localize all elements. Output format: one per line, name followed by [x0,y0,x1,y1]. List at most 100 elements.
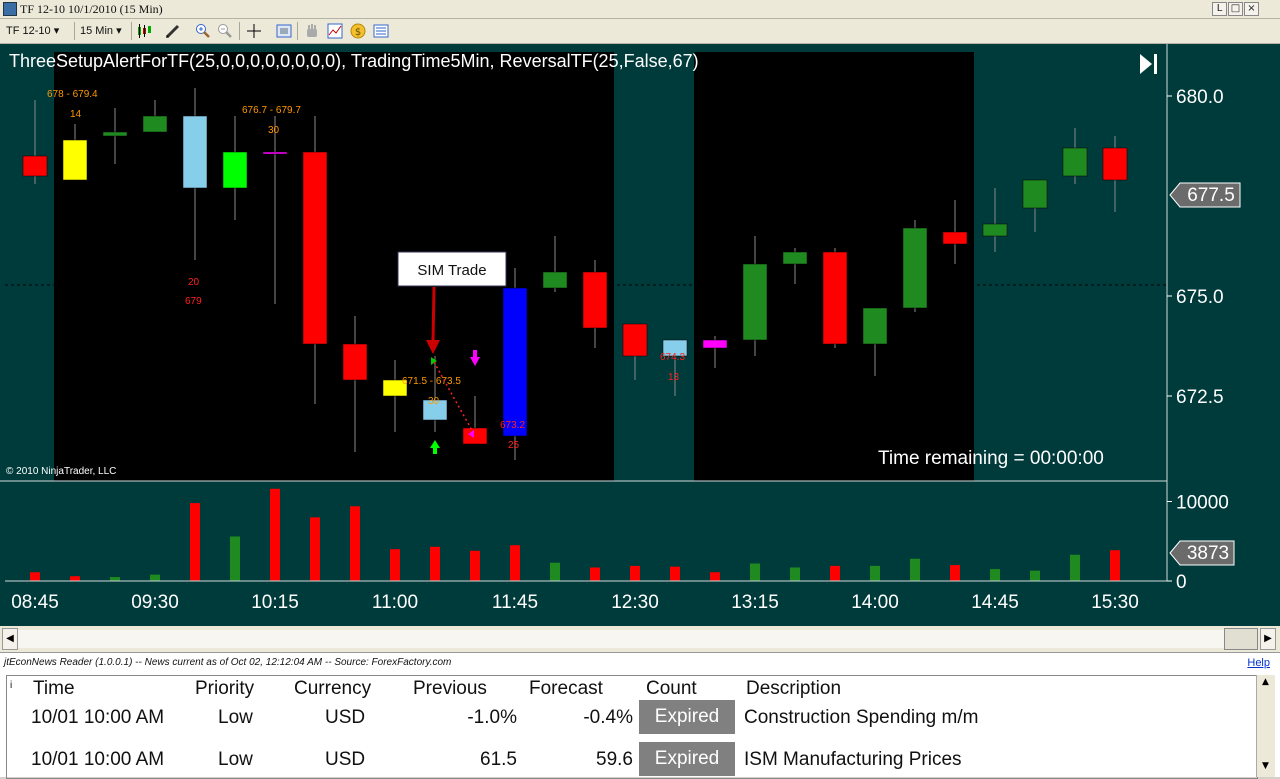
news-header: jtEconNews Reader (1.0.0.1) -- News curr… [4,657,452,668]
column-priority[interactable]: Priority [195,678,254,700]
candlestick-icon[interactable] [136,23,152,39]
cell-forecast: 59.6 [596,749,633,770]
cell-priority: Low [218,749,253,770]
help-link[interactable]: Help [1247,657,1270,669]
cell-previous: -1.0% [467,707,517,728]
volume-bar [350,506,360,581]
instrument-selector[interactable]: TF 12-10 ▾ [6,22,70,40]
scroll-left-icon[interactable]: ◀ [2,628,18,650]
scroll-up-icon[interactable]: ▲ [1259,677,1272,691]
status-badge: Expired [639,742,735,776]
volume-bar [310,517,320,581]
data-box-icon[interactable] [373,23,389,39]
annotation-price: 674.3 [660,352,685,363]
annotation-price: 679 [185,296,202,307]
crosshair-icon[interactable] [246,23,262,39]
minimize-button[interactable]: L [1212,2,1227,16]
volume-bar [790,567,800,581]
time-tick-label: 14:45 [971,592,1019,613]
scroll-right-icon[interactable]: ▶ [1260,628,1276,650]
volume-bar [1030,570,1040,581]
news-table: i Time Priority Currency Previous Foreca… [6,675,1258,779]
time-tick-label: 09:30 [131,592,179,613]
status-badge: Expired [639,700,735,734]
sim-trade-label: SIM Trade [417,262,486,279]
time-tick-label: 15:30 [1091,592,1139,613]
volume-bar [670,566,680,581]
zoom-in-icon[interactable] [195,23,211,39]
volume-bar [70,576,80,581]
column-time[interactable]: Time [33,678,75,700]
time-tick-label: 10:15 [251,592,299,613]
column-previous[interactable]: Previous [413,678,487,700]
interval-label: 15 Min [80,25,114,37]
session-block [54,52,614,481]
cell-priority: Low [218,707,253,728]
zoom-out-icon[interactable] [217,23,233,39]
cell-description: Construction Spending m/m [744,707,979,728]
chart-scrollbar[interactable]: ◀ ▶ [0,626,1280,652]
column-count[interactable]: Count [646,678,697,700]
column-description[interactable]: Description [746,678,841,700]
volume-bar [390,549,400,581]
volume-bar [830,565,840,581]
scroll-track[interactable] [18,630,1224,648]
annotation-count: 25 [508,440,520,451]
annotation-price: 673.2 [500,420,525,431]
volume-bar [150,574,160,581]
window-title-bar: TF 12-10 10/1/2010 (15 Min) L □ × [0,0,1280,19]
cell-time: 10/01 10:00 AM [31,749,165,770]
price-chart[interactable]: 680.0 675.0 672.5 10000 0 08:45 09:30 10:15 11… [0,44,1280,626]
volume-bar [710,572,720,581]
chevron-down-icon: ▾ [116,25,122,37]
column-currency[interactable]: Currency [294,678,371,700]
volume-bar [630,565,640,581]
info-icon: i [10,680,13,691]
annotation-count: 14 [70,109,82,120]
time-tick-label: 13:15 [731,592,779,613]
news-reader-panel: jtEconNews Reader (1.0.0.1) -- News curr… [0,652,1280,779]
cell-time: 10/01 10:00 AM [31,707,165,728]
properties-icon[interactable] [276,23,292,39]
candle [902,220,928,312]
dollar-icon[interactable]: $ [350,23,366,39]
price-tick-label: 672.5 [1176,387,1224,408]
scroll-thumb[interactable] [1224,628,1258,650]
hand-icon[interactable] [304,23,320,39]
chart-icon[interactable] [327,23,343,39]
cell-forecast: -0.4% [583,707,633,728]
candle [822,248,848,348]
volume-bar [550,562,560,581]
window-title: TF 12-10 10/1/2010 (15 Min) [20,2,163,16]
interval-selector[interactable]: 15 Min ▾ [80,22,130,40]
volume-bar [910,558,920,581]
cell-description: ISM Manufacturing Prices [744,749,962,770]
time-tick-label: 11:45 [492,592,538,613]
copyright-label: © 2010 NinjaTrader, LLC [6,466,116,477]
volume-bar [470,550,480,581]
annotation-count: 30 [268,125,280,136]
toolbar-separator [297,22,298,40]
last-volume-value: 3873 [1187,543,1229,564]
time-tick-label: 08:45 [11,592,59,613]
volume-bar [430,546,440,581]
pencil-icon[interactable] [165,23,181,39]
scroll-down-icon[interactable]: ▼ [1259,761,1272,775]
last-price-value: 677.5 [1187,185,1235,206]
time-tick-label: 12:30 [611,592,659,613]
svg-text:$: $ [355,27,361,38]
volume-tick-label: 10000 [1176,493,1229,514]
annotation-range: 676.7 - 679.7 [242,105,301,116]
volume-bar [30,572,40,581]
news-scrollbar[interactable]: ▲ ▼ [1256,675,1275,777]
volume-bar [190,503,200,581]
maximize-button[interactable]: □ [1228,2,1243,16]
close-button[interactable]: × [1244,2,1259,16]
annotation-count: 30 [428,396,440,407]
annotation-count: 20 [188,277,200,288]
volume-bar [230,536,240,581]
time-tick-label: 14:00 [851,592,899,613]
column-forecast[interactable]: Forecast [529,678,603,700]
volume-bar [110,577,120,581]
app-icon [3,2,17,16]
